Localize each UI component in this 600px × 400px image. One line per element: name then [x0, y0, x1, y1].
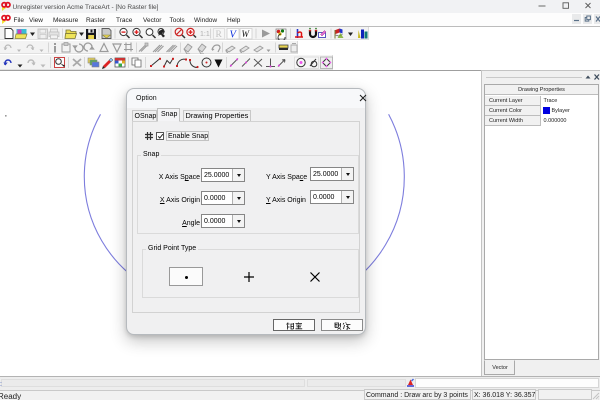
- svg-text:1:1: 1:1: [200, 31, 210, 38]
- svg-text:R: R: [216, 30, 223, 40]
